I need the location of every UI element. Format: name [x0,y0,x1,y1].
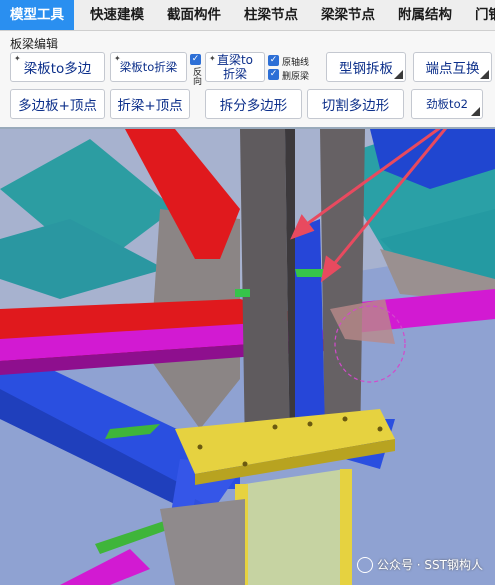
sparkle-icon: ✦ [209,54,216,63]
stiffener-plate [235,289,250,297]
cut-polygon-label: 切割多边形 [321,98,390,114]
section-steel-split-button[interactable]: 型钢拆板 [326,52,406,82]
tab-auxiliary-structure[interactable]: 附属结构 [398,0,452,30]
dropdown-corner-icon [480,70,489,79]
gusset-plate [160,499,245,585]
sparkle-icon: ✦ [14,54,21,63]
column-web [295,219,325,429]
watermark: 公众号 · SST钢构人 [356,556,483,573]
reverse-label: 反向 [191,67,201,85]
stiffener-to-2-button[interactable]: 劲板to2 [411,89,483,119]
tab-section-members[interactable]: 截面构件 [167,0,221,30]
end-swap-label: 端点互换 [425,61,480,77]
tab-column-beam-joint[interactable]: 柱梁节点 [244,0,298,30]
polygon-plus-vertex-label: 多边板+顶点 [18,98,97,114]
tab-portal-frame[interactable]: 门钢 [475,0,495,30]
dropdown-corner-icon [394,70,403,79]
cut-polygon-button[interactable]: 切割多边形 [307,89,404,119]
ribbon-tab-bar: 模型工具 快速建模 截面构件 柱梁节点 梁梁节点 附属结构 门钢 [0,0,495,31]
polygon-plus-vertex-button[interactable]: 多边板+顶点 [10,89,105,119]
plate-to-folded-beam-button[interactable]: ✦ 梁板to折梁 [110,52,187,82]
lower-column-flange [340,469,352,585]
stiffener-plate [295,269,325,277]
folded-plus-vertex-label: 折梁+顶点 [117,98,183,114]
delete-original-label: 删原梁 [282,72,310,82]
plate-to-polygon-label: 梁板to多边 [23,61,92,77]
stiffener-to-2-label: 劲板to2 [426,97,468,111]
straight-to-folded-label-2: 折梁 [222,67,247,81]
straight-to-folded-label-1: 直梁to [216,53,254,67]
reverse-checkbox[interactable]: ✓ [190,54,201,65]
original-axis-label: 原轴线 [282,58,310,68]
folded-plus-vertex-button[interactable]: 折梁+顶点 [110,89,190,119]
split-polygon-label: 拆分多边形 [219,98,288,114]
delete-original-checkbox[interactable]: ✓ [268,69,279,80]
tab-quick-modeling[interactable]: 快速建模 [90,0,144,30]
plate-to-polygon-button[interactable]: ✦ 梁板to多边 [10,52,105,82]
tab-model-tools[interactable]: 模型工具 [0,0,74,30]
watermark-text: 公众号 · SST钢构人 [376,558,483,572]
group-label-plate-beam-edit: 板梁编辑 [10,37,59,51]
plate-to-folded-beam-label: 梁板to折梁 [119,60,178,74]
sparkle-icon: ✦ [114,54,121,63]
split-polygon-button[interactable]: 拆分多边形 [205,89,302,119]
end-swap-button[interactable]: 端点互换 [413,52,492,82]
steel-column [320,129,365,459]
wechat-icon [356,556,373,573]
ribbon-panel: 板梁编辑 ✦ 梁板to多边 ✦ 梁板to折梁 ✓ 反向 ✦ 直梁to 折梁 ✓ … [0,31,495,129]
straight-to-folded-button[interactable]: ✦ 直梁to 折梁 [205,52,265,82]
section-steel-split-label: 型钢拆板 [339,61,393,77]
model-viewport[interactable] [0,129,495,585]
lower-column [245,469,350,585]
dropdown-corner-icon [471,107,480,116]
tab-beam-beam-joint[interactable]: 梁梁节点 [321,0,375,30]
original-axis-checkbox[interactable]: ✓ [268,55,279,66]
